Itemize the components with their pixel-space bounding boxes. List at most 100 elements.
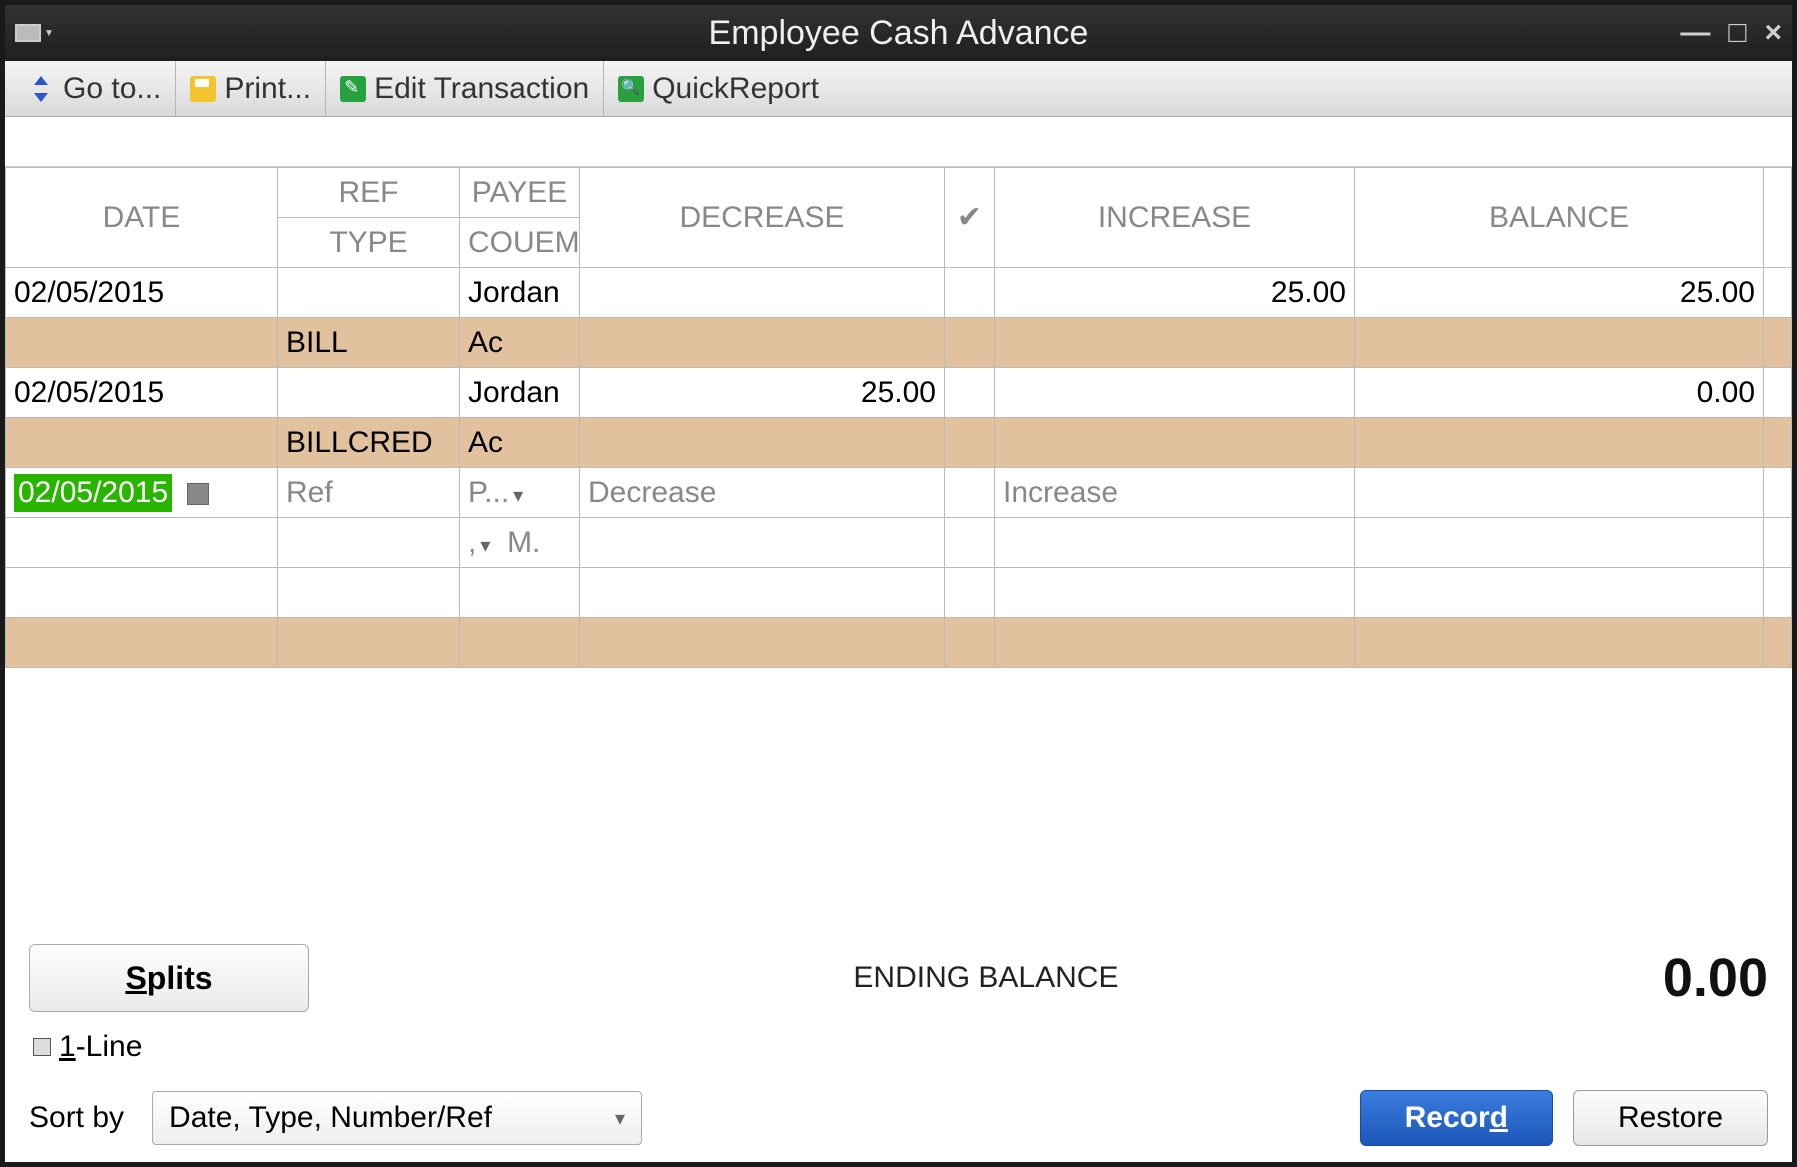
- entry-row[interactable]: 02/05/2015 Ref P...▾ Decrease Increase: [6, 468, 1792, 518]
- table-row-sub[interactable]: BILLCRED Ac: [6, 418, 1792, 468]
- print-button[interactable]: Print...: [176, 61, 326, 116]
- scrollbar[interactable]: [1764, 268, 1792, 318]
- cell-empty: [6, 418, 278, 468]
- cell-increase[interactable]: 25.00: [995, 268, 1355, 318]
- cell-empty: [1355, 518, 1764, 568]
- titlebar: ▼ Employee Cash Advance — □ ×: [5, 5, 1792, 61]
- date-input[interactable]: 02/05/2015: [6, 468, 278, 518]
- cell-memo[interactable]: [580, 318, 945, 368]
- col-account-memo[interactable]: COUEMO: [460, 218, 580, 268]
- cell-cleared[interactable]: [945, 268, 995, 318]
- cell-cleared[interactable]: [945, 368, 995, 418]
- system-icon: [15, 24, 41, 42]
- decrease-input[interactable]: Decrease: [580, 468, 945, 518]
- scrollbar[interactable]: [1764, 418, 1792, 468]
- system-dropdown-icon: ▼: [44, 28, 54, 39]
- scrollbar[interactable]: [1764, 318, 1792, 368]
- balance-cell: [1355, 468, 1764, 518]
- cell-empty: [995, 518, 1355, 568]
- col-type[interactable]: TYPE: [278, 218, 460, 268]
- table-row[interactable]: 02/05/2015 Jordan 25.00 25.00: [6, 268, 1792, 318]
- system-menu[interactable]: ▼: [5, 24, 54, 42]
- cell-balance: 25.00: [1355, 268, 1764, 318]
- cell-empty: [6, 318, 278, 368]
- minimize-button[interactable]: —: [1680, 16, 1710, 50]
- payee-input[interactable]: P...▾: [460, 468, 580, 518]
- sort-by-value: Date, Type, Number/Ref: [169, 1101, 492, 1135]
- sort-by-select[interactable]: Date, Type, Number/Ref ▾: [152, 1091, 642, 1145]
- chevron-down-icon: ▾: [611, 1106, 625, 1131]
- cell-decrease[interactable]: 25.00: [580, 368, 945, 418]
- scrollbar[interactable]: [1764, 468, 1792, 518]
- col-payee[interactable]: PAYEE: [460, 168, 580, 218]
- col-increase[interactable]: INCREASE: [995, 168, 1355, 268]
- col-decrease[interactable]: DECREASE: [580, 168, 945, 268]
- close-button[interactable]: ×: [1764, 16, 1782, 50]
- restore-button[interactable]: Restore: [1573, 1090, 1768, 1146]
- scrollbar[interactable]: [1764, 518, 1792, 568]
- cell-decrease[interactable]: [580, 268, 945, 318]
- cell-ref[interactable]: [278, 268, 460, 318]
- cell-memo[interactable]: [580, 418, 945, 468]
- cell-account[interactable]: Ac: [460, 318, 580, 368]
- cell-empty: [1355, 418, 1764, 468]
- cell-ref[interactable]: [278, 368, 460, 418]
- toolbar: Go to... Print... Edit Transaction Quick…: [5, 61, 1792, 117]
- edit-transaction-button[interactable]: Edit Transaction: [326, 61, 604, 116]
- cell-empty: [945, 318, 995, 368]
- calendar-icon[interactable]: [187, 483, 209, 505]
- window-frame: ▼ Employee Cash Advance — □ × Go to... P…: [0, 0, 1797, 1167]
- cell-type[interactable]: BILLCRED: [278, 418, 460, 468]
- col-cleared[interactable]: ✔: [945, 168, 995, 268]
- scrollbar[interactable]: [1764, 368, 1792, 418]
- ref-input[interactable]: Ref: [278, 468, 460, 518]
- blank-row[interactable]: [6, 568, 1792, 618]
- ending-balance-value: 0.00: [1663, 947, 1768, 1009]
- cleared-input[interactable]: [945, 468, 995, 518]
- goto-label: Go to...: [63, 72, 161, 106]
- table-row[interactable]: 02/05/2015 Jordan 25.00 0.00: [6, 368, 1792, 418]
- goto-icon: [29, 76, 55, 102]
- report-icon: [618, 76, 644, 102]
- cell-empty: [995, 318, 1355, 368]
- cell-type[interactable]: BILL: [278, 318, 460, 368]
- quickreport-button[interactable]: QuickReport: [604, 61, 833, 116]
- col-balance[interactable]: BALANCE: [1355, 168, 1764, 268]
- scrollbar[interactable]: [1764, 618, 1792, 668]
- register-grid: DATE REF PAYEE DECREASE ✔ INCREASE BALAN…: [5, 167, 1792, 924]
- col-date[interactable]: DATE: [6, 168, 278, 268]
- edit-label: Edit Transaction: [374, 72, 589, 106]
- type-input[interactable]: [278, 518, 460, 568]
- one-line-label[interactable]: 1-Line: [59, 1030, 142, 1064]
- one-line-checkbox[interactable]: [33, 1038, 51, 1056]
- maximize-button[interactable]: □: [1728, 16, 1746, 50]
- print-label: Print...: [224, 72, 311, 106]
- scrollbar[interactable]: [1764, 568, 1792, 618]
- increase-input[interactable]: Increase: [995, 468, 1355, 518]
- col-ref[interactable]: REF: [278, 168, 460, 218]
- print-icon: [190, 76, 216, 102]
- cell-payee[interactable]: Jordan: [460, 368, 580, 418]
- cell-balance: 0.00: [1355, 368, 1764, 418]
- table-row-sub[interactable]: BILL Ac: [6, 318, 1792, 368]
- splits-button[interactable]: Splits: [29, 944, 309, 1012]
- cell-empty: [995, 418, 1355, 468]
- window-title: Employee Cash Advance: [709, 14, 1089, 53]
- record-button[interactable]: Record: [1360, 1090, 1553, 1146]
- blank-row-sub[interactable]: [6, 618, 1792, 668]
- cell-date[interactable]: 02/05/2015: [6, 368, 278, 418]
- cell-payee[interactable]: Jordan: [460, 268, 580, 318]
- cell-empty: [580, 518, 945, 568]
- cell-empty: [6, 518, 278, 568]
- chevron-down-icon[interactable]: ▾: [509, 485, 523, 507]
- spacer: [5, 117, 1792, 167]
- chevron-down-icon[interactable]: ▾: [476, 535, 490, 557]
- goto-button[interactable]: Go to...: [15, 61, 176, 116]
- entry-row-sub[interactable]: ,▾ M.: [6, 518, 1792, 568]
- report-label: QuickReport: [652, 72, 819, 106]
- date-value[interactable]: 02/05/2015: [14, 474, 172, 512]
- cell-date[interactable]: 02/05/2015: [6, 268, 278, 318]
- account-memo-input[interactable]: ,▾ M.: [460, 518, 580, 568]
- cell-account[interactable]: Ac: [460, 418, 580, 468]
- cell-increase[interactable]: [995, 368, 1355, 418]
